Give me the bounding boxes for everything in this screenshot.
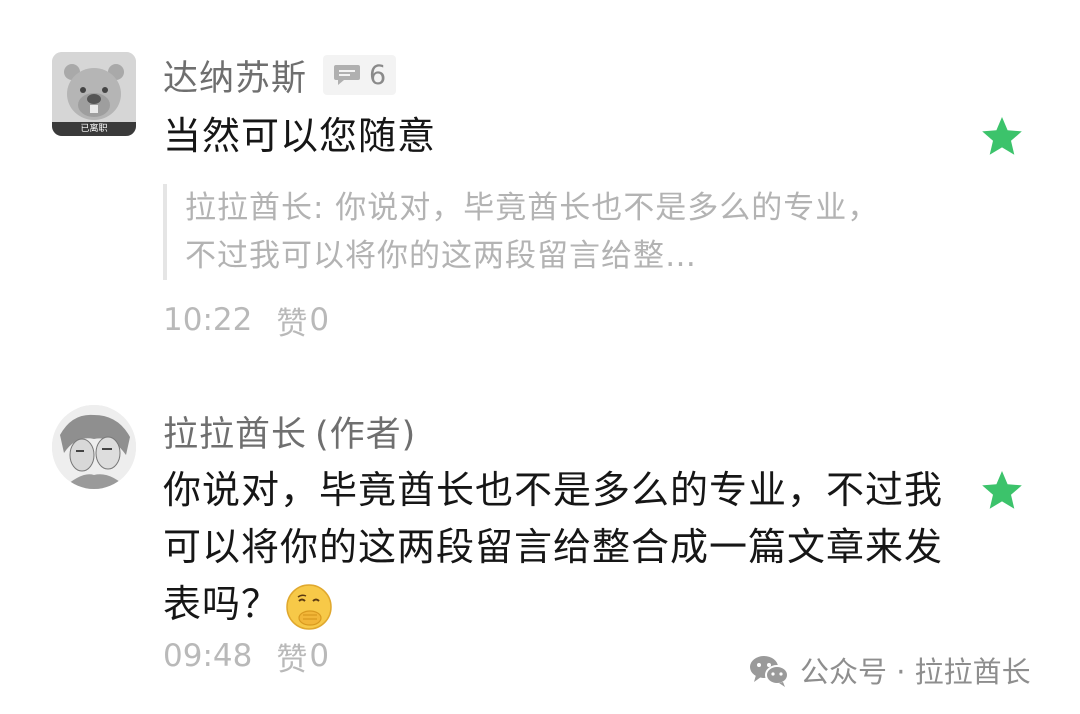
avatar[interactable] — [52, 405, 136, 489]
watermark: 公众号 · 拉拉酋长 — [748, 648, 1031, 692]
comment-time: 10:22 — [163, 302, 253, 338]
comment-meta: 09:48 赞 0 — [163, 634, 329, 678]
avatar[interactable]: 已离职 — [52, 52, 136, 136]
author-tag: (作者) — [315, 414, 417, 455]
like-button[interactable]: 赞 — [276, 298, 307, 343]
reply-count: 6 — [369, 59, 387, 91]
like-count: 0 — [309, 302, 330, 338]
watermark-text: 公众号 · 拉拉酋长 — [800, 655, 1031, 689]
avatar-caption: 已离职 — [52, 122, 136, 136]
star-icon[interactable] — [980, 469, 1024, 513]
comment-text: 你说对，毕竟酋长也不是多么的专业，不过我可以将你的这两段留言给整合成一篇文章来发… — [163, 462, 963, 633]
comment-meta: 10:22 赞 0 — [163, 298, 329, 342]
like-button[interactable]: 赞 — [276, 634, 307, 679]
wechat-icon — [750, 656, 789, 687]
commenter-name[interactable]: 拉拉酋长 — [163, 406, 307, 457]
comment-bubble-icon — [334, 65, 361, 85]
thinking-face-emoji-icon — [286, 583, 332, 630]
name-row: 拉拉酋长 (作者) — [163, 407, 416, 455]
reply-count-badge[interactable]: 6 — [323, 55, 397, 95]
like-count: 0 — [309, 638, 330, 674]
comment-time: 09:48 — [163, 638, 253, 674]
comment-text-body: 你说对，毕竟酋长也不是多么的专业，不过我可以将你的这两段留言给整合成一篇文章来发… — [163, 468, 944, 626]
comment-text: 当然可以您随意 — [163, 114, 437, 158]
sketch-portrait-avatar-icon — [52, 405, 136, 489]
quoted-reply[interactable]: 拉拉酋长: 你说对，毕竟酋长也不是多么的专业，不过我可以将你的这两段留言给整… — [163, 184, 895, 280]
name-row: 达纳苏斯 6 — [163, 50, 397, 101]
star-icon[interactable] — [980, 115, 1024, 159]
commenter-name[interactable]: 达纳苏斯 — [163, 50, 307, 101]
